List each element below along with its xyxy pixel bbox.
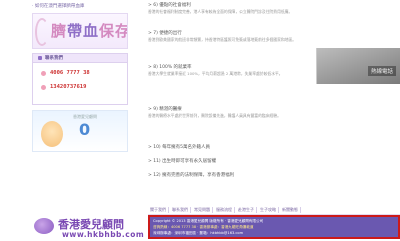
item-body: 香港到歐美國家的航班非常頻繁，持香港特區護照可免簽或落地簽前往多個國家和地區。 [148,37,297,42]
phone-row-2: 13420737619 [41,84,86,90]
phone-number-1: 4006 7777 38 [50,70,90,76]
footer-link-contact[interactable]: 聯系我們 [170,207,191,213]
list-item: > 11) 出生時即可享有永久居留權 [148,158,298,164]
item-title: > 11) 出生時即可享有永久居留權 [148,159,217,164]
list-item: > 8) 100% 的就業率 香港大學生就業率接近 100%，平均月薪超過 2 … [148,64,298,76]
contact-bullet-icon [38,56,42,60]
banner-swirl-icon [35,18,49,46]
item-title: > 10) 每年擁有5萬名外籍人員 [148,145,210,150]
item-title: > 8) 100% 的就業率 [148,65,192,70]
list-item: > 6) 優點的社會福利 香港的社會福利制度完善，港人享有較為全面的保障，公立醫… [148,2,298,14]
item-body: 香港的醫療水平處於世界前列，醫院設備先進，醫護人員具有豐富的臨床經驗。 [148,113,281,118]
footer-link-guide[interactable]: 生子攻略 [258,207,279,213]
item-title: > 12) 擁有完善的法制保障，享有香港福利 [148,173,235,178]
item-body: 香港的社會福利制度完善，港人享有較為全面的保障，公立醫院門診及住院費用低廉。 [148,9,293,14]
contact-card-title: 聯系我們 [45,56,63,61]
footer-link-about[interactable]: 關于我們 [148,207,169,213]
promo-zero-text: 0 [79,120,91,139]
baby-image [41,121,63,147]
contact-card: 聯系我們 4006 7777 38 13420737619 [32,53,128,105]
left-sidebar: · 如何在澳門選擇臍帶血庫 臍帶血保存 聯系我們 4006 7777 38 13… [28,0,132,206]
item-body: 香港大學生就業率接近 100%，平均月薪超過 2 萬港幣，失業率處於較低水平。 [148,71,283,76]
office-line: 深圳辦事處：深圳市福田區 ‧ 郵箱：hkbhbb@163.com [153,231,244,235]
list-item: > 12) 擁有完善的法制保障，享有香港福利 [148,172,298,178]
site-url: www.hkbhbb.com [62,230,145,239]
footer-link-news[interactable]: 新聞動態 [280,207,301,213]
contact-card-header: 聯系我們 [33,54,127,63]
banner-text: 臍帶血保存 [51,22,128,40]
phone-icon [41,70,46,76]
list-item: > 10) 每年擁有5萬名外籍人員 [148,144,298,150]
footer-link-process[interactable]: 服務流程 [214,207,235,213]
footer-link-birth[interactable]: 赴港生子 [236,207,257,213]
phone-row-1: 4006 7777 38 [41,70,90,76]
mobile-icon [41,84,46,90]
main-content: > 6) 優點的社會福利 香港的社會福利制度完善，港人享有較為全面的保障，公立醫… [148,0,400,206]
item-title: > 9) 精湛的醫療 [148,107,182,112]
sidebar-article-link[interactable]: · 如何在澳門選擇臍帶血庫 [32,3,84,9]
footer-link-faq[interactable]: 常見問題 [192,207,213,213]
footer: 關于我們 聯系我們 常見問題 服務流程 赴港生子 生子攻略 新聞動態 香港愛兒顧… [0,206,400,241]
item-title: > 6) 優點的社會福利 [148,3,191,8]
phone-number-2: 13420737619 [50,84,87,90]
list-item: > 9) 精湛的醫療 香港的醫療水平處於世界前列，醫院設備先進，醫護人員具有豐富… [148,106,298,118]
site-logo[interactable]: 香港愛兒顧問 www.hkbhbb.com [28,214,148,241]
item-title: > 7) 便捷的出行 [148,31,182,36]
hotline-photo[interactable]: 熱線電話 [316,48,400,84]
footer-nav: 關于我們 聯系我們 常見問題 服務流程 赴港生子 生子攻略 新聞動態 [148,206,400,215]
logo-icon [34,218,54,234]
list-item: > 7) 便捷的出行 香港到歐美國家的航班非常頻繁，持香港特區護照可免簽或落地簽… [148,30,298,42]
photo-label: 熱線電話 [367,66,396,76]
promo-banner[interactable]: 香港愛兒顧問 0 [32,110,128,152]
footer-info-box: Copyright © 2013 香港愛兒顧問 版權所有 ‧ 香港愛兒顧問有限公… [148,215,400,239]
cord-blood-banner[interactable]: 臍帶血保存 [32,13,128,49]
